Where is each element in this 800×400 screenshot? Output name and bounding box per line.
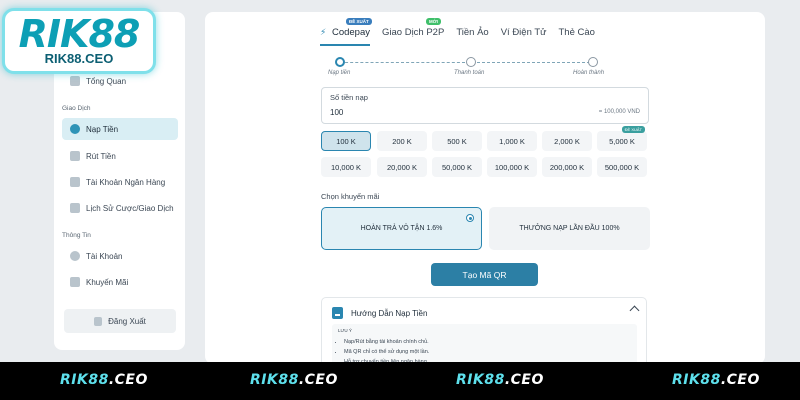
amount-converted: = 100,000 VND bbox=[598, 109, 640, 115]
promo-option-label: THƯỞNG NẠP LẦN ĐẦU 100% bbox=[519, 225, 620, 232]
guide-header[interactable]: Hướng Dẫn Nạp Tiền bbox=[332, 307, 427, 319]
logo-sub-text: RIK88.CEO bbox=[44, 51, 114, 66]
promo-label: Chọn khuyến mãi bbox=[321, 192, 380, 201]
logout-button[interactable]: Đăng Xuất bbox=[64, 309, 176, 333]
sidebar-item-history[interactable]: Lịch Sử Cược/Giao Dịch bbox=[62, 197, 178, 219]
preset-chip[interactable]: 500,000 K bbox=[597, 157, 647, 177]
user-icon bbox=[70, 124, 80, 134]
chip-label: 5,000 K bbox=[609, 136, 635, 146]
sidebar-item-deposit[interactable]: Nạp Tiền bbox=[62, 118, 178, 140]
tab-p2p[interactable]: Giao Dịch P2P MỚI bbox=[382, 18, 445, 46]
note-item: Nạp/Rút bằng tài khoản chính chủ. bbox=[344, 337, 429, 347]
watermark: RIK88.CEO bbox=[456, 372, 544, 388]
watermark: RIK88.CEO bbox=[250, 372, 338, 388]
promo-option-label: HOÀN TRẢ VÔ TẬN 1.6% bbox=[360, 225, 443, 232]
guide-notes: LƯU Ý Nạp/Rút bằng tài khoản chính chủ. … bbox=[332, 324, 637, 365]
step-dot-complete bbox=[588, 57, 598, 67]
preset-chip[interactable]: 1,000 K bbox=[487, 131, 537, 151]
sidebar-item-account[interactable]: Tài Khoản bbox=[62, 245, 178, 267]
brand-logo: RIK88 RIK88.CEO bbox=[2, 8, 156, 74]
progress-steps: Nạp tiền Thanh toán Hoàn thành bbox=[328, 57, 604, 83]
radio-selected-icon bbox=[466, 214, 474, 222]
logout-label: Đăng Xuất bbox=[108, 316, 146, 326]
tab-label: Giao Dịch P2P bbox=[382, 27, 445, 38]
tab-label: Thẻ Cào bbox=[558, 27, 595, 38]
sidebar-group-info: Thông Tin bbox=[62, 232, 91, 239]
note-item: Mã QR chỉ có thể sử dụng một lần. bbox=[344, 347, 429, 357]
sidebar-item-label: Rút Tiền bbox=[86, 151, 116, 161]
tab-label: Codepay bbox=[331, 27, 370, 38]
sidebar-item-withdraw[interactable]: Rút Tiền bbox=[62, 145, 178, 167]
step-label: Hoàn thành bbox=[573, 70, 605, 76]
deposit-guide: Hướng Dẫn Nạp Tiền LƯU Ý Nạp/Rút bằng tà… bbox=[321, 297, 647, 367]
step-label: Nạp tiền bbox=[328, 70, 351, 76]
gift-icon bbox=[70, 277, 80, 287]
preset-chip[interactable]: 50,000 K bbox=[432, 157, 482, 177]
tab-codepay[interactable]: ⚡ Codepay ĐỀ XUẤT bbox=[320, 18, 372, 46]
tab-e-wallet[interactable]: Ví Điện Tử bbox=[501, 27, 547, 46]
tab-crypto[interactable]: Tiền Ảo bbox=[456, 27, 488, 46]
step-connector bbox=[340, 62, 465, 63]
payment-tabs: ⚡ Codepay ĐỀ XUẤT Giao Dịch P2P MỚI Tiền… bbox=[320, 18, 607, 46]
preset-chip[interactable]: 200 K bbox=[377, 131, 427, 151]
bank-icon bbox=[70, 177, 80, 187]
sidebar-item-bank-account[interactable]: Tài Khoản Ngân Hàng bbox=[62, 171, 178, 193]
sidebar-item-label: Lịch Sử Cược/Giao Dịch bbox=[86, 203, 174, 213]
guide-title: Hướng Dẫn Nạp Tiền bbox=[351, 308, 428, 318]
main-panel: ⚡ Codepay ĐỀ XUẤT Giao Dịch P2P MỚI Tiền… bbox=[205, 12, 765, 367]
watermark: RIK88.CEO bbox=[60, 372, 148, 388]
amount-input[interactable]: Số tiền nạp 100 = 100,000 VND bbox=[321, 87, 649, 124]
step-label: Thanh toán bbox=[454, 70, 485, 76]
dashboard-icon bbox=[70, 76, 80, 86]
step-dot-payment bbox=[466, 57, 476, 67]
tab-label: Tiền Ảo bbox=[456, 27, 489, 38]
note-title: LƯU Ý bbox=[338, 328, 352, 333]
sidebar-item-label: Tài Khoản bbox=[86, 251, 123, 261]
history-icon bbox=[70, 203, 80, 213]
sidebar-item-label: Khuyến Mãi bbox=[86, 277, 129, 287]
flash-icon: ⚡ bbox=[320, 27, 327, 37]
tab-label: Ví Điện Tử bbox=[500, 27, 547, 38]
sidebar-item-label: Tổng Quan bbox=[86, 76, 127, 86]
watermark: RIK88.CEO bbox=[672, 372, 760, 388]
sidebar-item-label: Nạp Tiền bbox=[86, 124, 119, 134]
tab-card[interactable]: Thẻ Cào bbox=[559, 27, 595, 46]
promo-option-cashback[interactable]: HOÀN TRẢ VÔ TẬN 1.6% bbox=[321, 207, 482, 250]
preset-chip[interactable]: 100 K bbox=[321, 131, 371, 151]
preset-chip[interactable]: 100,000 K bbox=[487, 157, 537, 177]
avatar-icon bbox=[70, 251, 80, 261]
card-icon bbox=[332, 307, 343, 319]
chip-badge: ĐỀ XUẤT bbox=[621, 126, 645, 133]
preset-chip[interactable]: 20,000 K bbox=[377, 157, 427, 177]
preset-chip[interactable]: 10,000 K bbox=[321, 157, 371, 177]
step-connector bbox=[472, 62, 595, 63]
logout-icon bbox=[94, 316, 103, 326]
logo-main-text: RIK88 bbox=[18, 12, 141, 56]
create-qr-button[interactable]: Tạo Mã QR bbox=[431, 263, 538, 286]
promo-option-first-deposit[interactable]: THƯỞNG NẠP LẦN ĐẦU 100% bbox=[489, 207, 650, 250]
amount-value: 100 bbox=[330, 108, 344, 117]
sidebar-item-label: Tài Khoản Ngân Hàng bbox=[86, 177, 166, 187]
trash-icon bbox=[70, 151, 80, 161]
preset-chip-recommended[interactable]: 5,000 K ĐỀ XUẤT bbox=[597, 126, 647, 151]
watermark-bar: RIK88.CEO RIK88.CEO RIK88.CEO RIK88.CEO bbox=[0, 362, 800, 400]
preset-chip[interactable]: 2,000 K bbox=[542, 131, 592, 151]
preset-chip[interactable]: 200,000 K bbox=[542, 157, 592, 177]
tab-badge-recommended: ĐỀ XUẤT bbox=[346, 18, 372, 25]
sidebar-group-transactions: Giao Dịch bbox=[62, 105, 91, 112]
sidebar-item-promotions[interactable]: Khuyến Mãi bbox=[62, 271, 178, 293]
step-dot-deposit bbox=[335, 57, 345, 67]
chevron-up-icon[interactable] bbox=[629, 305, 640, 316]
amount-label: Số tiền nạp bbox=[330, 93, 368, 102]
preset-chip[interactable]: 500 K bbox=[432, 131, 482, 151]
tab-badge-new: MỚI bbox=[426, 18, 441, 25]
